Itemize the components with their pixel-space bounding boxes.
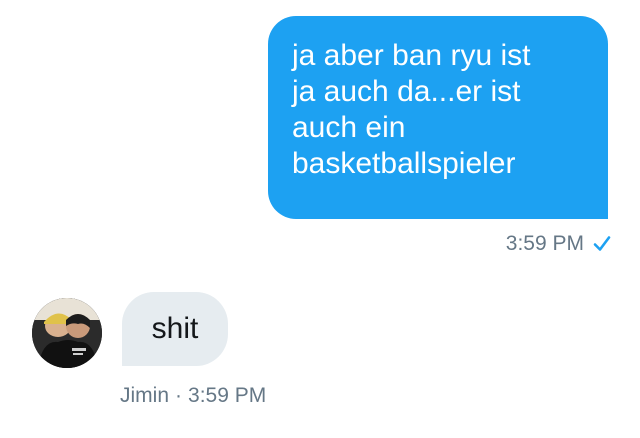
avatar-image	[32, 298, 102, 368]
sent-message-time: 3:59 PM	[505, 232, 584, 255]
received-message-text: shit	[151, 312, 199, 345]
received-message-meta: Jimin · 3:59 PM	[120, 384, 266, 408]
checkmark-icon	[593, 236, 611, 251]
received-message-sender: Jimin	[120, 384, 170, 407]
avatar[interactable]	[32, 298, 102, 368]
sent-message-text: ja aber ban ryu ist ja auch da...er ist …	[292, 39, 531, 180]
meta-separator: ·	[175, 384, 183, 407]
sent-message-bubble[interactable]: ja aber ban ryu ist ja auch da...er ist …	[268, 16, 608, 219]
sent-message-meta: 3:59 PM	[506, 232, 612, 256]
received-message-time: 3:59 PM	[188, 384, 267, 407]
received-message-bubble[interactable]: shit	[122, 292, 228, 366]
